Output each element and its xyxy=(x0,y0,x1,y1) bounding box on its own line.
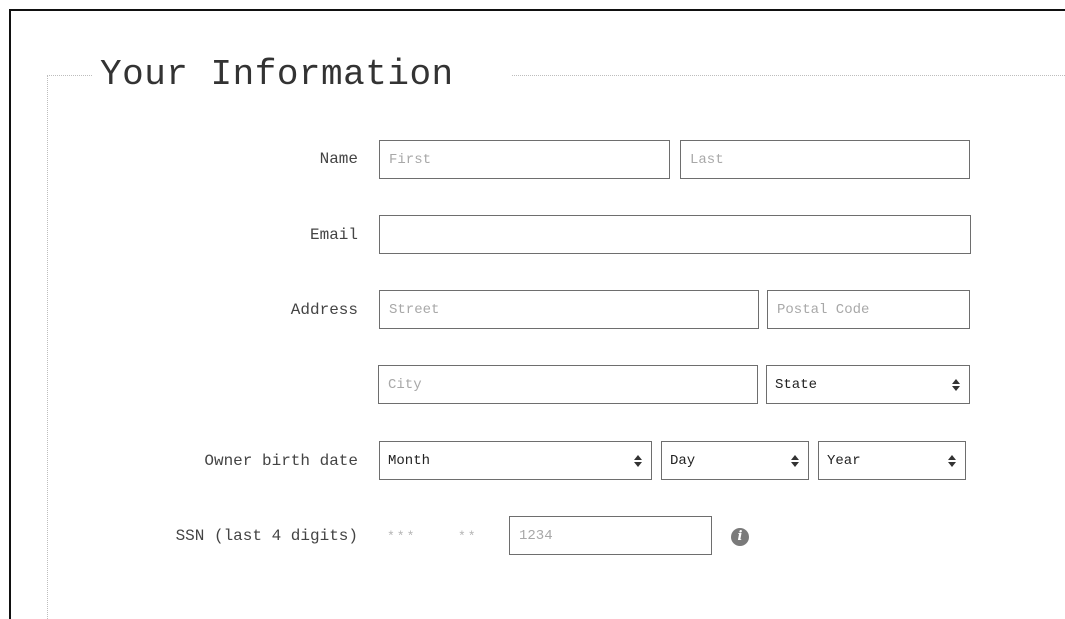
ssn-label: SSN (last 4 digits) xyxy=(175,527,358,545)
up-down-caret-icon xyxy=(633,454,643,467)
birth-year-select[interactable]: Year xyxy=(818,441,966,480)
up-down-caret-icon xyxy=(947,454,957,467)
email-label: Email xyxy=(309,226,358,244)
ssn-last4-input[interactable] xyxy=(509,516,712,555)
postal-code-input[interactable] xyxy=(767,290,970,329)
fieldset-border-left xyxy=(47,75,48,619)
street-input[interactable] xyxy=(379,290,759,329)
ssn-mask-second: ** xyxy=(458,529,478,544)
birth-month-select[interactable]: Month xyxy=(379,441,652,480)
name-label: Name xyxy=(319,150,358,168)
email-input[interactable] xyxy=(379,215,971,254)
info-icon[interactable]: i xyxy=(731,528,749,546)
address-label: Address xyxy=(290,301,358,319)
fieldset-border-top-left xyxy=(47,75,92,76)
birth-day-select[interactable]: Day xyxy=(661,441,809,480)
state-select[interactable]: State xyxy=(766,365,970,404)
birth-month-value: Month xyxy=(388,452,431,469)
fieldset-border-top-right xyxy=(512,75,1065,76)
up-down-caret-icon xyxy=(790,454,800,467)
section-legend: Your Information xyxy=(100,54,454,95)
city-input[interactable] xyxy=(378,365,758,404)
birth-year-value: Year xyxy=(827,452,861,469)
birth-day-value: Day xyxy=(670,452,696,469)
first-name-input[interactable] xyxy=(379,140,670,179)
up-down-caret-icon xyxy=(951,378,961,391)
birth-date-label: Owner birth date xyxy=(204,452,358,470)
state-select-value: State xyxy=(775,376,818,393)
last-name-input[interactable] xyxy=(680,140,970,179)
ssn-mask-first: *** xyxy=(387,529,417,544)
